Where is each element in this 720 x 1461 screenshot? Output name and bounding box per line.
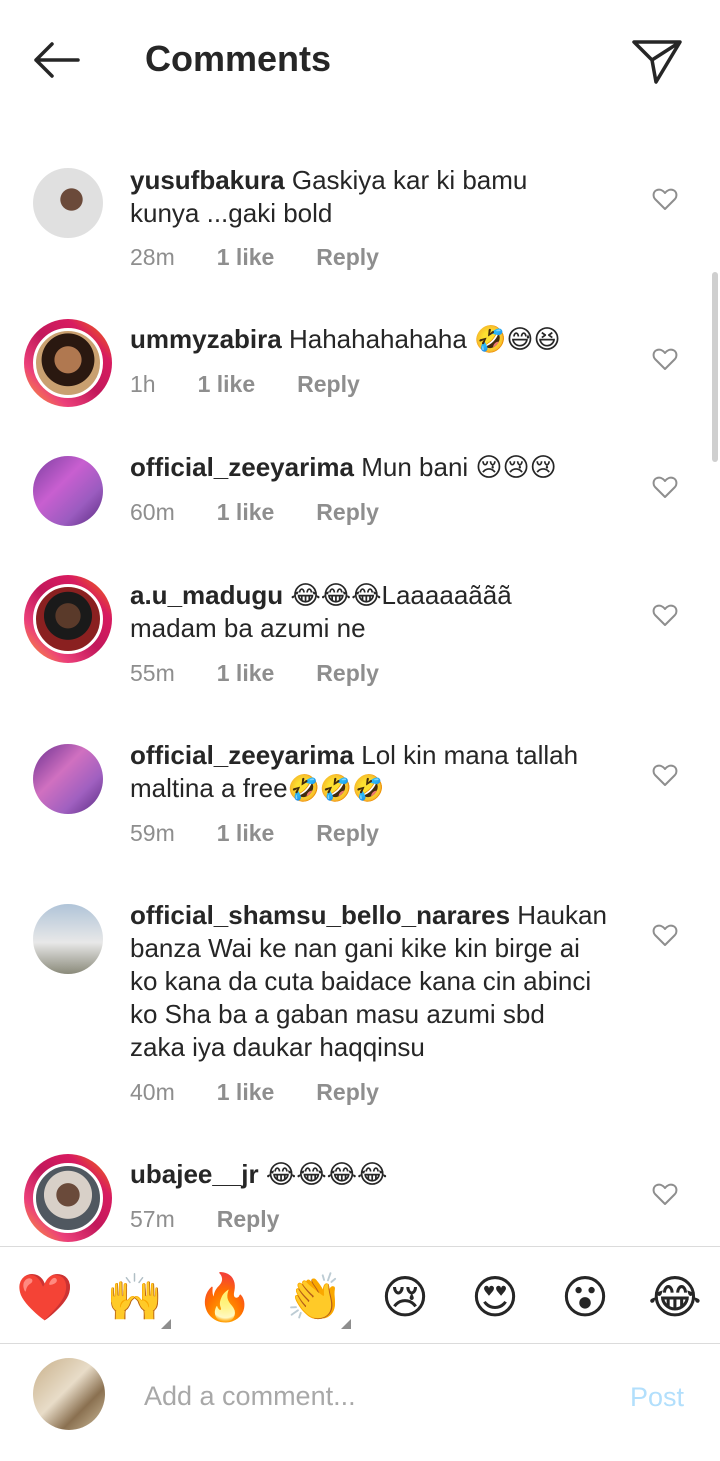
post-button[interactable]: Post <box>630 1382 684 1413</box>
avatar[interactable] <box>24 575 112 663</box>
skin-tone-indicator <box>341 1319 351 1329</box>
like-count[interactable]: 1 like <box>217 660 275 687</box>
comment-input[interactable] <box>144 1376 604 1416</box>
comment-meta: 55m 1 like Reply <box>130 660 379 687</box>
reply-button[interactable]: Reply <box>217 1206 280 1233</box>
comment-meta: 59m 1 like Reply <box>130 820 379 847</box>
top-bar: Comments <box>0 0 720 120</box>
comment-time: 59m <box>130 820 175 846</box>
emoji-heart-eyes[interactable]: 😍 <box>465 1267 525 1327</box>
emoji-fire[interactable]: 🔥 <box>195 1267 255 1327</box>
comment-time: 1h <box>130 371 156 397</box>
comment-username[interactable]: official_zeeyarima <box>130 452 354 482</box>
heart-icon[interactable] <box>652 603 678 627</box>
comment-meta: 1h 1 like Reply <box>130 371 360 398</box>
heart-icon[interactable] <box>652 763 678 787</box>
comment-time: 57m <box>130 1206 175 1232</box>
avatar[interactable] <box>24 447 112 535</box>
comment-text: a.u_madugu 😂😂😂Laaaaaããã madam ba azumi n… <box>130 580 512 643</box>
reply-button[interactable]: Reply <box>297 371 360 398</box>
comment-meta: 57m Reply <box>130 1206 279 1233</box>
comment-text: official_shamsu_bello_narares Haukan ban… <box>130 900 607 1062</box>
comment-username[interactable]: official_zeeyarima <box>130 740 354 770</box>
comment-text: ummyzabira Hahahahahaha 🤣😅😆 <box>130 324 561 354</box>
comment-username[interactable]: ummyzabira <box>130 324 282 354</box>
comment-time: 55m <box>130 660 175 686</box>
reply-button[interactable]: Reply <box>316 820 379 847</box>
comments-list[interactable]: yusufbakura Gaskiya kar ki bamu kunya ..… <box>0 120 720 1246</box>
comment-meta: 60m 1 like Reply <box>130 499 379 526</box>
direct-share-icon[interactable] <box>630 36 684 86</box>
comment-meta: 40m 1 like Reply <box>130 1079 379 1106</box>
comment-username[interactable]: yusufbakura <box>130 165 285 195</box>
comment-meta: 28m 1 like Reply <box>130 244 379 271</box>
comment-text: ubajee__jr 😂😂😂😂 <box>130 1159 388 1189</box>
skin-tone-indicator <box>161 1319 171 1329</box>
heart-icon[interactable] <box>652 1182 678 1206</box>
emoji-red-heart[interactable]: ❤️ <box>15 1267 75 1327</box>
like-count[interactable]: 1 like <box>217 1079 275 1106</box>
avatar[interactable] <box>24 319 112 407</box>
reply-button[interactable]: Reply <box>316 1079 379 1106</box>
like-count[interactable]: 1 like <box>198 371 256 398</box>
comment-time: 28m <box>130 244 175 270</box>
current-user-avatar <box>33 1358 105 1430</box>
like-count[interactable]: 1 like <box>217 244 275 271</box>
comment-username[interactable]: ubajee__jr <box>130 1159 259 1189</box>
avatar[interactable] <box>24 895 112 983</box>
emoji-surprised-face[interactable]: 😮 <box>555 1267 615 1327</box>
heart-icon[interactable] <box>652 347 678 371</box>
avatar[interactable] <box>24 159 112 247</box>
comment-text: official_zeeyarima Lol kin mana tallah m… <box>130 740 579 803</box>
avatar[interactable] <box>24 735 112 823</box>
back-arrow-icon[interactable] <box>30 38 82 82</box>
comment-username[interactable]: a.u_madugu <box>130 580 283 610</box>
comment-text: official_zeeyarima Mun bani 😢😢😢 <box>130 452 557 482</box>
heart-icon[interactable] <box>652 187 678 211</box>
like-count[interactable]: 1 like <box>217 820 275 847</box>
scrollbar[interactable] <box>712 272 718 462</box>
emoji-tears-of-joy[interactable]: 😂 <box>645 1267 705 1327</box>
comment-username[interactable]: official_shamsu_bello_narares <box>130 900 510 930</box>
comment-time: 40m <box>130 1079 175 1105</box>
reply-button[interactable]: Reply <box>316 499 379 526</box>
comment-text: yusufbakura Gaskiya kar ki bamu kunya ..… <box>130 165 528 228</box>
heart-icon[interactable] <box>652 923 678 947</box>
avatar[interactable] <box>24 1154 112 1242</box>
like-count[interactable]: 1 like <box>217 499 275 526</box>
reply-button[interactable]: Reply <box>316 244 379 271</box>
emoji-crying-face[interactable]: 😢 <box>375 1267 435 1327</box>
comment-time: 60m <box>130 499 175 525</box>
comment-composer: Post <box>0 1344 720 1461</box>
emoji-reaction-bar: ❤️ 🙌 🔥 👏 😢 😍 😮 😂 <box>0 1246 720 1344</box>
heart-icon[interactable] <box>652 475 678 499</box>
page-title: Comments <box>145 38 332 79</box>
emoji-clapping-hands[interactable]: 👏 <box>285 1267 351 1329</box>
emoji-raising-hands[interactable]: 🙌 <box>105 1267 171 1329</box>
reply-button[interactable]: Reply <box>316 660 379 687</box>
